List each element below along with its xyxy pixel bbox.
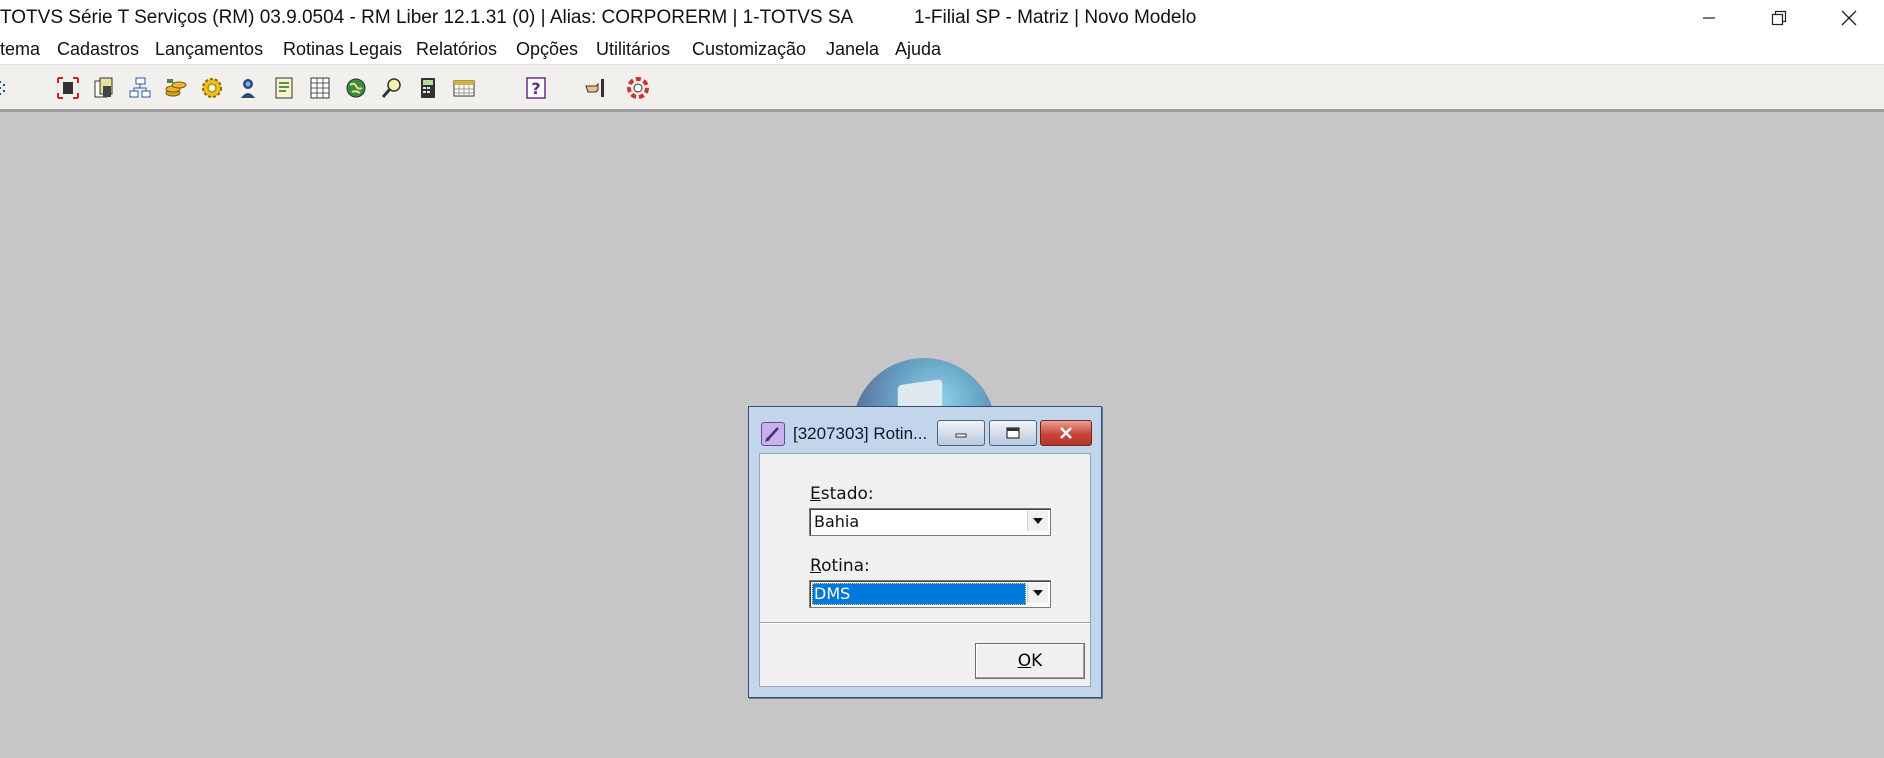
menu-rotinas-legais[interactable]: Rotinas Legais [279,39,406,60]
chevron-down-icon [1033,518,1043,524]
dialog-maximize-button[interactable] [989,420,1037,446]
close-icon [1060,427,1072,439]
dialog-close-button[interactable] [1040,420,1092,446]
pen-icon [761,422,785,446]
dialog-minimize-button[interactable] [937,420,985,446]
rotina-label: Rotina: [810,556,870,576]
dialog-titlebar[interactable]: [3207303] Rotin... [749,407,1101,449]
minimize-icon [955,433,967,438]
lifebuoy-icon[interactable] [625,75,651,101]
window-title: TOTVS Série T Serviços (RM) 03.9.0504 - … [0,7,854,28]
menu-customizacao[interactable]: Customização [688,39,810,60]
chevron-down-icon [1033,590,1043,596]
table-icon[interactable] [307,75,333,101]
org-chart-icon[interactable] [127,75,153,101]
menu-janela[interactable]: Janela [822,39,883,60]
rotina-value: DMS [814,584,851,603]
estado-dropdown-button[interactable] [1027,511,1048,531]
grip-icon [0,75,12,101]
document-stack-icon[interactable] [91,75,117,101]
menu-lancamentos[interactable]: Lançamentos [151,39,267,60]
search-doc-icon[interactable] [379,75,405,101]
estado-label: Estado: [810,484,874,504]
coins-icon[interactable] [163,75,189,101]
toolbar: ? [0,65,1884,112]
globe-icon[interactable] [343,75,369,101]
menu-sistema[interactable]: tema [0,39,44,60]
restore-button[interactable] [1744,0,1814,36]
minimize-button[interactable] [1674,0,1744,36]
help-icon[interactable]: ? [523,75,549,101]
dialog-title: [3207303] Rotin... [793,424,928,443]
menu-opcoes[interactable]: Opções [512,39,582,60]
svg-text:?: ? [531,79,540,98]
rotina-dropdown-button[interactable] [1027,583,1048,603]
window-subtitle: 1-Filial SP - Matriz | Novo Modelo [914,7,1197,28]
rotina-select[interactable]: DMS [809,580,1051,608]
menu-ajuda[interactable]: Ajuda [891,39,945,60]
report-icon[interactable] [271,75,297,101]
calculator-icon[interactable] [415,75,441,101]
ok-button[interactable]: OK [975,643,1085,679]
menu-cadastros[interactable]: Cadastros [53,39,143,60]
resize-icon[interactable] [55,75,81,101]
restore-icon [1771,10,1787,26]
rotinas-dialog: [3207303] Rotin... Estado: Bahia Rotina:… [748,406,1102,698]
menu-bar: tema Cadastros Lançamentos Rotinas Legai… [0,36,1884,65]
maximize-icon [1006,427,1020,439]
window-titlebar: TOTVS Série T Serviços (RM) 03.9.0504 - … [0,0,1884,36]
estado-select[interactable]: Bahia [809,508,1051,536]
close-button[interactable] [1814,0,1884,36]
settings-gear-icon[interactable] [199,75,225,101]
pointer-icon[interactable] [583,75,609,101]
minimize-icon [1703,17,1715,19]
menu-utilitarios[interactable]: Utilitários [592,39,674,60]
estado-value: Bahia [814,512,860,531]
person-icon[interactable] [235,75,261,101]
separator [760,622,1090,624]
dialog-body: Estado: Bahia Rotina: DMS OK [759,453,1091,687]
close-icon [1841,10,1857,26]
calendar-icon[interactable] [451,75,477,101]
menu-relatorios[interactable]: Relatórios [412,39,501,60]
